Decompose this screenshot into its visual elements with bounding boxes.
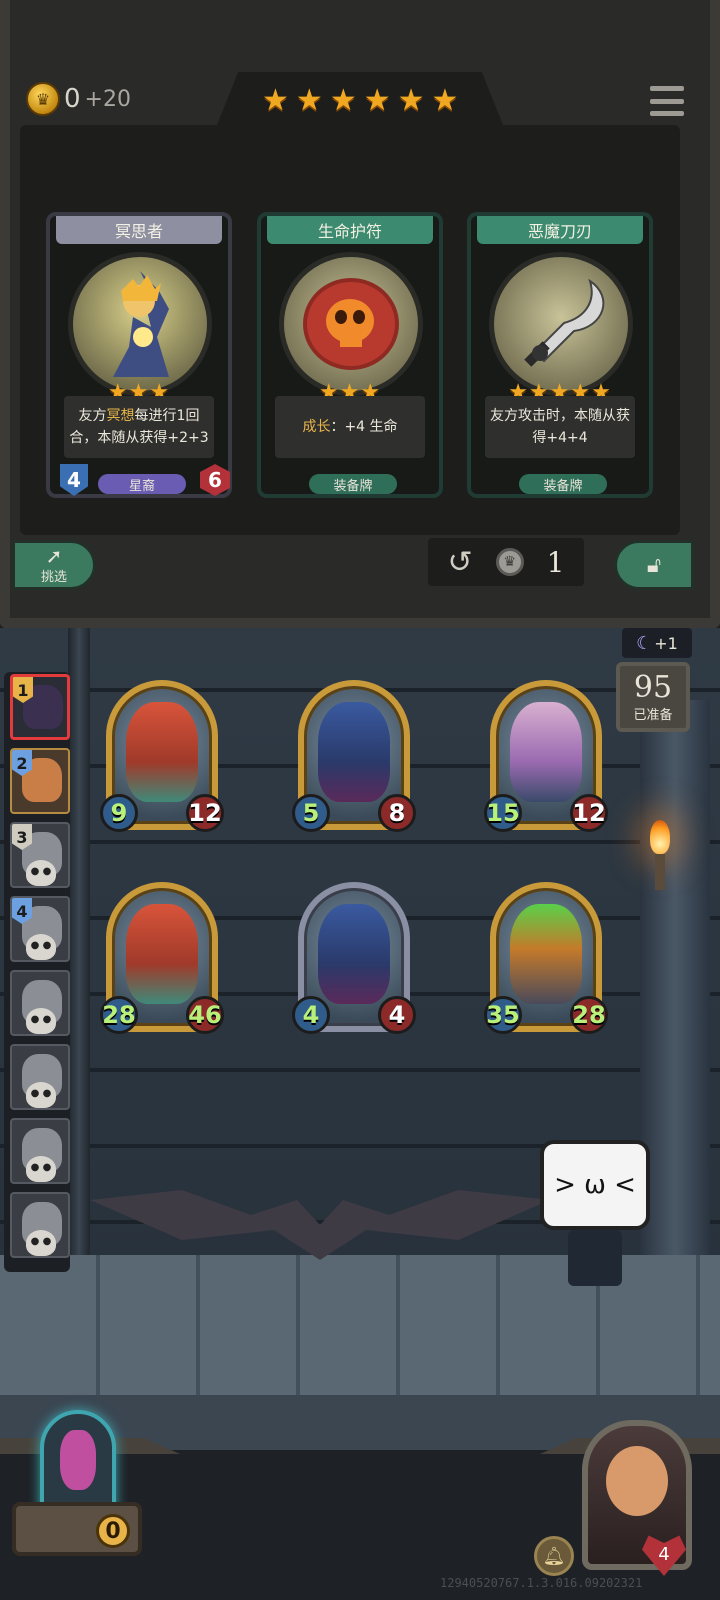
ranking-player[interactable]: ● ● [10, 1044, 70, 1110]
board-minion[interactable]: 4 4 [292, 882, 416, 1034]
ranking-player[interactable]: 3 ● ● [10, 822, 70, 888]
minion-portrait [318, 904, 390, 1004]
star-icon: ★ [295, 83, 323, 118]
pick-button[interactable]: ➚ 挑选 [12, 540, 96, 590]
minion-attack: 35 [484, 996, 522, 1034]
minion-health: 8 [378, 794, 416, 832]
menu-button[interactable] [650, 86, 684, 116]
build-id: 12940520767.1.3.016.09202321 [440, 1576, 643, 1590]
stone-pillar [640, 700, 710, 1270]
card-art [68, 252, 212, 396]
gold-display: ♛ 0 +20 [26, 82, 131, 116]
card-type-tag: 装备牌 [519, 474, 607, 494]
ready-count: 95 [633, 669, 673, 705]
card-title: 冥思者 [56, 216, 222, 244]
unlock-icon: 🔓︎ [646, 552, 662, 578]
ranking-player[interactable]: 4 ● ● [10, 896, 70, 962]
minion-attack: 4 [292, 996, 330, 1034]
ranking-player[interactable]: ● ● [10, 970, 70, 1036]
board-minion[interactable]: 28 46 [100, 882, 224, 1034]
star-icon: ★ [329, 83, 357, 118]
minion-portrait [318, 702, 390, 802]
player-character: > ω < [540, 1140, 650, 1290]
card-health: 6 [200, 464, 230, 496]
ready-counter: 95 已准备 [616, 662, 690, 732]
shop-minion[interactable]: 5 8 [292, 680, 416, 832]
minion-health: 12 [570, 794, 608, 832]
card-title: 恶魔刀刃 [477, 216, 643, 244]
minion-health: 12 [186, 794, 224, 832]
shop-card-life-amulet[interactable]: 生命护符 ★★★ 成长：+4 生命 装备牌 [257, 212, 443, 498]
minion-attack: 9 [100, 794, 138, 832]
lock-shop-button[interactable]: 🔓︎ [614, 540, 694, 590]
minion-portrait [510, 702, 582, 802]
refresh-icon[interactable]: ↺ [448, 545, 473, 580]
doll-icon [60, 1430, 96, 1490]
shop-card-demon-blade[interactable]: 恶魔刀刃 ★★★★★ 友方攻击时，本随从获得+4+4 装备牌 [467, 212, 653, 498]
minion-attack: 5 [292, 794, 330, 832]
minion-health: 4 [378, 996, 416, 1034]
card-attack: 4 [60, 464, 88, 496]
moon-bonus: ☾ +1 [622, 628, 692, 658]
bell-icon[interactable]: 🔔︎ [534, 1536, 574, 1576]
card-title: 生命护符 [267, 216, 433, 244]
refresh-cost: 1 [546, 545, 565, 579]
card-tribe-tag: 星裔 [98, 474, 186, 494]
refresh-shop-control[interactable]: ↺ ♛ 1 [428, 538, 584, 586]
card-art [489, 252, 633, 396]
player-ranking-list: 1 2 3 ● ● 4 ● ● ● ● ● ● ● ● ● ● [4, 672, 70, 1272]
star-icon: ★ [431, 83, 459, 118]
minion-portrait [126, 904, 198, 1004]
crown-coin-icon: ♛ [26, 82, 60, 116]
ready-label: 已准备 [633, 707, 673, 723]
ranking-player[interactable]: ● ● [10, 1118, 70, 1184]
card-description: 成长：+4 生命 [275, 396, 425, 458]
ranking-player[interactable]: 2 [10, 748, 70, 814]
token-coin-icon: ♛ [495, 548, 524, 576]
minion-portrait [510, 904, 582, 1004]
moon-icon: ☾ [636, 632, 653, 654]
skull-icon: ● ● [26, 860, 56, 886]
skull-icon: ● ● [26, 934, 56, 960]
gold-amount: 0 [64, 84, 81, 114]
ranking-player[interactable]: 1 [10, 674, 70, 740]
chest-count: 0 [96, 1514, 130, 1548]
collection-chest[interactable]: 0 [12, 1410, 142, 1560]
star-icon: ★ [363, 83, 391, 118]
stone-pillar [68, 628, 90, 1268]
shop-minion[interactable]: 15 12 [484, 680, 608, 832]
board-minion[interactable]: 35 28 [484, 882, 608, 1034]
minion-attack: 15 [484, 794, 522, 832]
tv-head-icon: > ω < [540, 1140, 650, 1230]
hero-face [606, 1446, 668, 1516]
ranking-player[interactable]: ● ● [10, 1192, 70, 1258]
tavern-tier-stars: ★ ★ ★ ★ ★ ★ [262, 86, 458, 116]
card-type-tag: 装备牌 [309, 474, 397, 494]
card-description: 友方冥想每进行1回合，本随从获得+2+3 [64, 396, 214, 458]
star-icon: ★ [397, 83, 425, 118]
skull-icon: ● ● [26, 1082, 56, 1108]
skull-icon: ● ● [26, 1230, 56, 1256]
minion-health: 28 [570, 996, 608, 1034]
minion-health: 46 [186, 996, 224, 1034]
shop-minion[interactable]: 9 12 [100, 680, 224, 832]
card-description: 友方攻击时，本随从获得+4+4 [485, 396, 635, 458]
minion-portrait [126, 702, 198, 802]
minion-attack: 28 [100, 996, 138, 1034]
pick-label: 挑选 [40, 569, 67, 585]
torch-icon [650, 820, 674, 890]
gold-income: +20 [84, 86, 131, 112]
shop-card-meditator[interactable]: 冥思者 ★★★ 友方冥想每进行1回合，本随从获得+2+3 星裔 4 6 [46, 212, 232, 498]
skull-icon: ● ● [26, 1008, 56, 1034]
arrow-up-right-icon: ➚ [45, 543, 63, 568]
skull-icon: ● ● [26, 1156, 56, 1182]
star-icon: ★ [262, 83, 289, 118]
suit-body [568, 1230, 622, 1286]
card-art [279, 252, 423, 396]
